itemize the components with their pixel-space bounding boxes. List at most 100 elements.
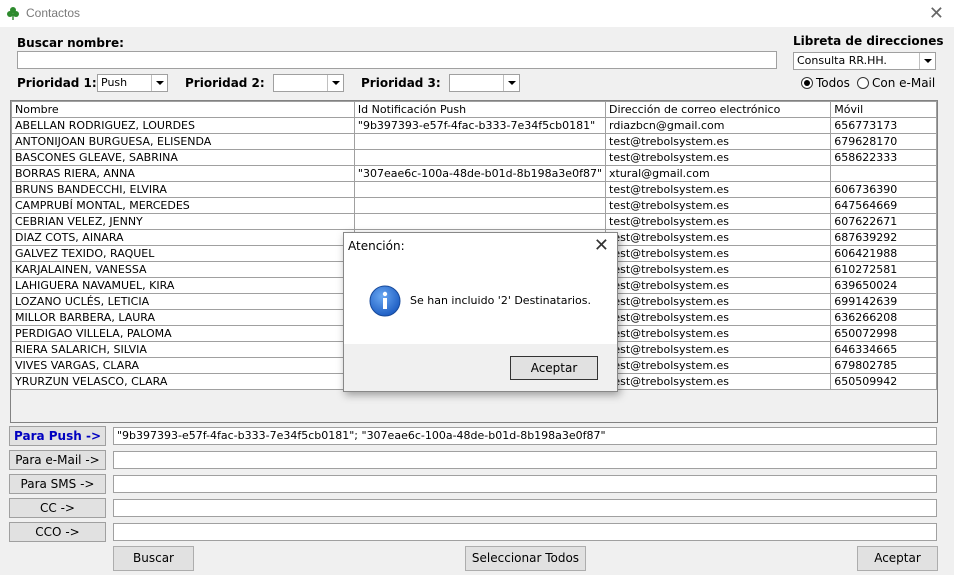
cell-movil[interactable]: 636266208 bbox=[830, 309, 937, 326]
table-row[interactable]: BASCONES GLEAVE, SABRINA test@trebolsyste… bbox=[11, 149, 937, 166]
column-header-push-id[interactable]: Id Notificación Push bbox=[353, 101, 607, 118]
cell-nombre[interactable]: MILLOR BARBERA, LAURA bbox=[11, 309, 355, 326]
cell-push-id[interactable] bbox=[353, 133, 607, 150]
radio-con-email[interactable]: Con e-Mail bbox=[857, 76, 935, 90]
cell-movil[interactable]: 650072998 bbox=[830, 325, 937, 342]
chevron-down-icon[interactable] bbox=[503, 75, 519, 91]
cell-movil[interactable]: 679628170 bbox=[830, 133, 937, 150]
chevron-down-icon[interactable] bbox=[151, 75, 167, 91]
cell-movil[interactable]: 606421988 bbox=[830, 245, 937, 262]
cco-field[interactable] bbox=[113, 523, 937, 541]
cell-nombre[interactable]: BRUNS BANDECCHI, ELVIRA bbox=[11, 181, 355, 198]
table-row[interactable]: ANTONIJOAN BURGUESA, ELISENDA test@trebol… bbox=[11, 133, 937, 150]
column-header-movil[interactable]: Móvil bbox=[830, 101, 937, 118]
cc-field[interactable] bbox=[113, 499, 937, 517]
cell-email[interactable]: test@trebolsystem.es bbox=[605, 293, 832, 310]
cell-email[interactable]: test@trebolsystem.es bbox=[605, 373, 832, 390]
cell-push-id[interactable] bbox=[353, 149, 607, 166]
select-all-button[interactable]: Seleccionar Todos bbox=[465, 546, 586, 571]
cell-email[interactable]: test@trebolsystem.es bbox=[605, 357, 832, 374]
cell-movil[interactable]: 606736390 bbox=[830, 181, 937, 198]
radio-todos[interactable]: Todos bbox=[801, 76, 850, 90]
table-row[interactable]: BORRAS RIERA, ANNA "307eae6c-100a-48de-b0… bbox=[11, 165, 937, 182]
cell-nombre[interactable]: CEBRIAN VELEZ, JENNY bbox=[11, 213, 355, 230]
cell-movil[interactable]: 650509942 bbox=[830, 373, 937, 390]
search-input[interactable] bbox=[17, 51, 777, 69]
cell-email[interactable]: test@trebolsystem.es bbox=[605, 229, 832, 246]
cell-nombre[interactable]: KARJALAINEN, VANESSA bbox=[11, 261, 355, 278]
column-header-nombre[interactable]: Nombre bbox=[11, 101, 355, 118]
cell-nombre[interactable]: BASCONES GLEAVE, SABRINA bbox=[11, 149, 355, 166]
cell-push-id[interactable] bbox=[353, 197, 607, 214]
cell-nombre[interactable]: LAHIGUERA NAVAMUEL, KIRA bbox=[11, 277, 355, 294]
grid-empty-area bbox=[11, 390, 937, 422]
para-sms-button[interactable]: Para SMS -> bbox=[9, 474, 106, 494]
dialog-ok-button[interactable]: Aceptar bbox=[510, 356, 598, 380]
accept-button[interactable]: Aceptar bbox=[857, 546, 938, 571]
cco-button[interactable]: CCO -> bbox=[9, 522, 106, 542]
radio-con-email-label: Con e-Mail bbox=[872, 76, 936, 90]
table-row[interactable]: ABELLAN RODRIGUEZ, LOURDES "9b397393-e57f… bbox=[11, 117, 937, 134]
cc-button[interactable]: CC -> bbox=[9, 498, 106, 518]
para-email-field[interactable] bbox=[113, 451, 937, 469]
cell-nombre[interactable]: PERDIGAO VILLELA, PALOMA bbox=[11, 325, 355, 342]
para-sms-field[interactable] bbox=[113, 475, 937, 493]
chevron-down-icon[interactable] bbox=[919, 53, 935, 69]
cell-nombre[interactable]: ANTONIJOAN BURGUESA, ELISENDA bbox=[11, 133, 355, 150]
cell-nombre[interactable]: GALVEZ TEXIDO, RAQUEL bbox=[11, 245, 355, 262]
priority-2-select[interactable] bbox=[273, 74, 344, 92]
cell-movil[interactable]: 679802785 bbox=[830, 357, 937, 374]
close-icon[interactable]: ✕ bbox=[594, 235, 609, 256]
cell-email[interactable]: test@trebolsystem.es bbox=[605, 325, 832, 342]
chevron-down-icon[interactable] bbox=[327, 75, 343, 91]
cell-movil[interactable]: 647564669 bbox=[830, 197, 937, 214]
table-row[interactable]: BRUNS BANDECCHI, ELVIRA test@trebolsystem… bbox=[11, 181, 937, 198]
cell-email[interactable]: test@trebolsystem.es bbox=[605, 245, 832, 262]
cell-nombre[interactable]: VIVES VARGAS, CLARA bbox=[11, 357, 355, 374]
cell-email[interactable]: test@trebolsystem.es bbox=[605, 181, 832, 198]
priority-1-select[interactable]: Push bbox=[97, 74, 168, 92]
cell-email[interactable]: test@trebolsystem.es bbox=[605, 133, 832, 150]
cell-movil[interactable]: 639650024 bbox=[830, 277, 937, 294]
table-row[interactable]: CEBRIAN VELEZ, JENNY test@trebolsystem.es… bbox=[11, 213, 937, 230]
cell-email[interactable]: xtural@gmail.com bbox=[605, 165, 832, 182]
cell-nombre[interactable]: BORRAS RIERA, ANNA bbox=[11, 165, 355, 182]
column-header-email[interactable]: Dirección de correo electrónico bbox=[605, 101, 832, 118]
cell-email[interactable]: test@trebolsystem.es bbox=[605, 261, 832, 278]
cell-movil[interactable] bbox=[830, 165, 937, 182]
cell-email[interactable]: test@trebolsystem.es bbox=[605, 213, 832, 230]
cell-movil[interactable]: 656773173 bbox=[830, 117, 937, 134]
cell-push-id[interactable]: "9b397393-e57f-4fac-b333-7e34f5cb0181" bbox=[353, 117, 607, 134]
cell-email[interactable]: test@trebolsystem.es bbox=[605, 149, 832, 166]
attention-dialog: Atención: ✕ Se han incluido '2' Destinat… bbox=[343, 232, 618, 392]
cell-push-id[interactable]: "307eae6c-100a-48de-b01d-8b198a3e0f87" bbox=[353, 165, 607, 182]
cell-nombre[interactable]: ABELLAN RODRIGUEZ, LOURDES bbox=[11, 117, 355, 134]
table-row[interactable]: CAMPRUBÍ MONTAL, MERCEDES test@trebolsyst… bbox=[11, 197, 937, 214]
cell-nombre[interactable]: DIAZ COTS, AINARA bbox=[11, 229, 355, 246]
cell-email[interactable]: test@trebolsystem.es bbox=[605, 277, 832, 294]
cell-email[interactable]: test@trebolsystem.es bbox=[605, 309, 832, 326]
cell-movil[interactable]: 687639292 bbox=[830, 229, 937, 246]
cell-movil[interactable]: 646334665 bbox=[830, 341, 937, 358]
cell-nombre[interactable]: LOZANO UCLÉS, LETICIA bbox=[11, 293, 355, 310]
cell-email[interactable]: test@trebolsystem.es bbox=[605, 341, 832, 358]
cell-movil[interactable]: 658622333 bbox=[830, 149, 937, 166]
dialog-footer: Aceptar bbox=[344, 344, 617, 391]
cell-email[interactable]: test@trebolsystem.es bbox=[605, 197, 832, 214]
cell-email[interactable]: rdiazbcn@gmail.com bbox=[605, 117, 832, 134]
cell-movil[interactable]: 699142639 bbox=[830, 293, 937, 310]
cell-nombre[interactable]: YRURZUN VELASCO, CLARA bbox=[11, 373, 355, 390]
cell-movil[interactable]: 610272581 bbox=[830, 261, 937, 278]
para-email-button[interactable]: Para e-Mail -> bbox=[9, 450, 106, 470]
search-button[interactable]: Buscar bbox=[113, 546, 194, 571]
address-book-select[interactable]: Consulta RR.HH. bbox=[793, 52, 936, 70]
cell-nombre[interactable]: RIERA SALARICH, SILVIA bbox=[11, 341, 355, 358]
close-icon[interactable]: ✕ bbox=[929, 3, 944, 23]
cell-push-id[interactable] bbox=[353, 181, 607, 198]
cell-push-id[interactable] bbox=[353, 213, 607, 230]
para-push-field[interactable]: "9b397393-e57f-4fac-b333-7e34f5cb0181"; … bbox=[113, 427, 937, 445]
cell-movil[interactable]: 607622671 bbox=[830, 213, 937, 230]
para-push-button[interactable]: Para Push -> bbox=[9, 426, 106, 446]
cell-nombre[interactable]: CAMPRUBÍ MONTAL, MERCEDES bbox=[11, 197, 355, 214]
priority-3-select[interactable] bbox=[449, 74, 520, 92]
